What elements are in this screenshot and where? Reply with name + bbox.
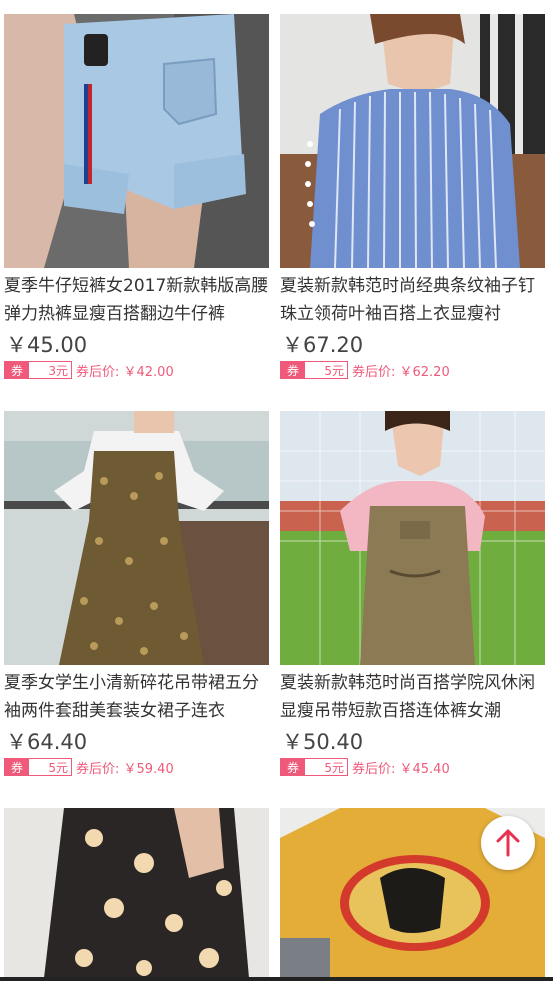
coupon-amount: 3元: [29, 362, 71, 378]
coupon-tag: 券: [5, 759, 29, 775]
product-image-floral-skirt[interactable]: [4, 808, 269, 978]
product-image-striped-shirt[interactable]: [280, 14, 545, 268]
product-card[interactable]: [4, 808, 269, 978]
coupon-amount: 5元: [305, 362, 347, 378]
product-card[interactable]: 夏装新款韩范时尚经典条纹袖子钉珠立领荷叶袖百搭上衣显瘦衬 ￥67.20 券 5元…: [280, 14, 545, 389]
after-coupon-price: 券后价: ￥59.40: [76, 761, 174, 777]
coupon-amount: 5元: [305, 759, 347, 775]
bottom-edge-bar: [0, 977, 553, 981]
coupon-tag: 券: [5, 362, 29, 378]
coupon-row: 券 3元 券后价: ￥42.00: [4, 360, 174, 380]
coupon-badge[interactable]: 券 5元: [280, 361, 348, 379]
coupon-row: 券 5元 券后价: ￥59.40: [4, 757, 174, 777]
striped-shirt-photo: [280, 14, 545, 268]
coupon-amount: 5元: [29, 759, 71, 775]
floral-skirt-photo: [4, 808, 269, 978]
after-coupon-price: 券后价: ￥42.00: [76, 364, 174, 380]
product-title[interactable]: 夏季牛仔短裤女2017新款韩版高腰弹力热裤显瘦百搭翻边牛仔裤: [4, 272, 270, 328]
product-price: ￥45.00: [6, 333, 88, 357]
coupon-row: 券 5元 券后价: ￥62.20: [280, 360, 450, 380]
coupon-badge[interactable]: 券 5元: [4, 758, 72, 776]
coupon-tag: 券: [281, 362, 305, 378]
product-title[interactable]: 夏季女学生小清新碎花吊带裙五分袖两件套甜美套装女裙子连衣: [4, 669, 270, 725]
product-card[interactable]: 夏季牛仔短裤女2017新款韩版高腰弹力热裤显瘦百搭翻边牛仔裤 ￥45.00 券 …: [4, 14, 269, 389]
denim-shorts-photo: [4, 14, 269, 268]
product-card[interactable]: 夏装新款韩范时尚百搭学院风休闲显瘦吊带短款百搭连体裤女潮 ￥50.40 券 5元…: [280, 411, 545, 786]
floral-dress-photo: [4, 411, 269, 665]
product-image-floral-dress[interactable]: [4, 411, 269, 665]
product-price: ￥64.40: [6, 730, 88, 754]
coupon-tag: 券: [281, 759, 305, 775]
back-to-top-button[interactable]: [481, 816, 535, 870]
coupon-badge[interactable]: 券 3元: [4, 361, 72, 379]
product-price: ￥50.40: [282, 730, 364, 754]
after-coupon-price: 券后价: ￥45.40: [352, 761, 450, 777]
coupon-badge[interactable]: 券 5元: [280, 758, 348, 776]
product-title[interactable]: 夏装新款韩范时尚百搭学院风休闲显瘦吊带短款百搭连体裤女潮: [280, 669, 546, 725]
product-image-denim-shorts[interactable]: [4, 14, 269, 268]
overall-jumpsuit-photo: [280, 411, 545, 665]
product-image-overall-jumpsuit[interactable]: [280, 411, 545, 665]
coupon-row: 券 5元 券后价: ￥45.40: [280, 757, 450, 777]
product-card[interactable]: 夏季女学生小清新碎花吊带裙五分袖两件套甜美套装女裙子连衣 ￥64.40 券 5元…: [4, 411, 269, 786]
product-price: ￥67.20: [282, 333, 364, 357]
arrow-up-icon: [496, 829, 520, 857]
after-coupon-price: 券后价: ￥62.20: [352, 364, 450, 380]
product-title[interactable]: 夏装新款韩范时尚经典条纹袖子钉珠立领荷叶袖百搭上衣显瘦衬: [280, 272, 546, 328]
